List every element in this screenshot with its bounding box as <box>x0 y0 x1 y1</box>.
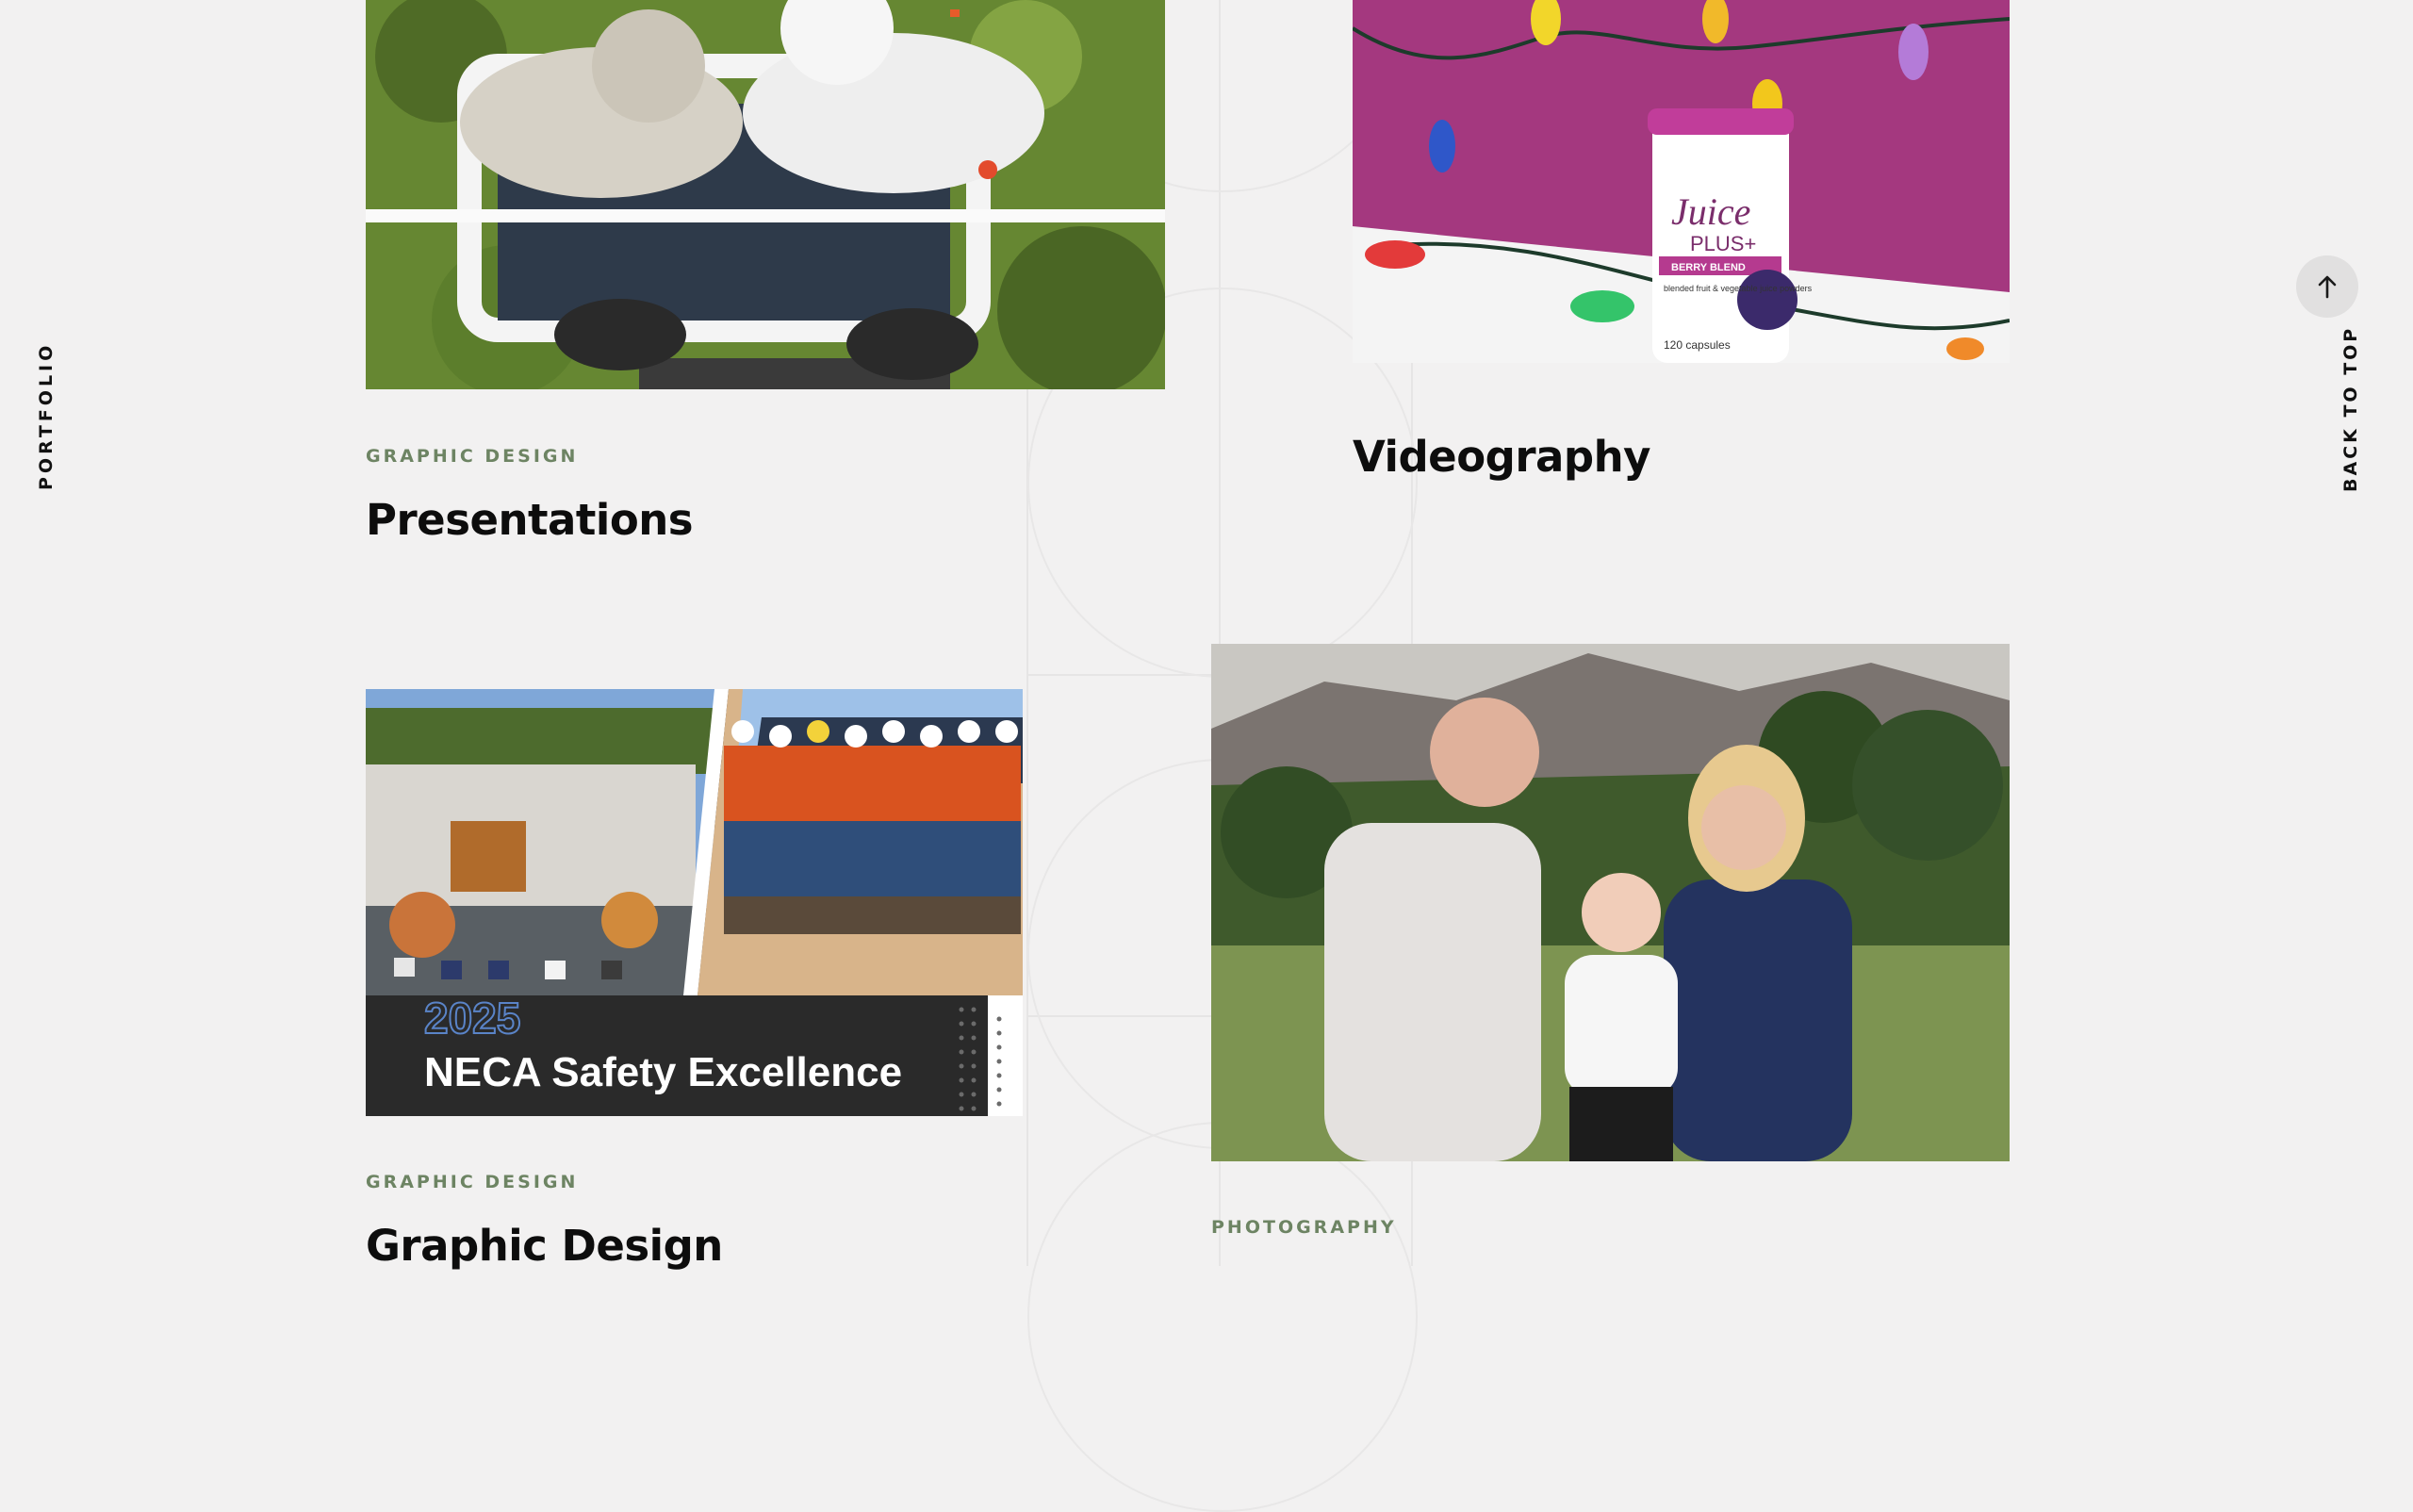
product-desc: blended fruit & vegetable juice powders <box>1664 284 1813 293</box>
graphic-design-image[interactable]: 2025 NECA Safety Excellence <box>366 689 1023 1116</box>
videography-title[interactable]: Videography <box>1353 432 1650 482</box>
presentations-image[interactable] <box>366 0 1165 389</box>
back-to-top-label[interactable]: BACK TO TOP <box>2340 326 2361 492</box>
product-variant: BERRY BLEND <box>1671 262 1746 273</box>
photography-image[interactable] <box>1211 644 2010 1161</box>
presentations-title[interactable]: Presentations <box>366 495 694 545</box>
arrow-up-icon <box>2317 274 2338 299</box>
award-year: 2025 <box>424 994 520 1043</box>
product-count: 120 capsules <box>1664 338 1731 352</box>
videography-image[interactable]: Juice PLUS+ BERRY BLEND blended fruit & … <box>1353 0 2010 363</box>
graphic-design-title[interactable]: Graphic Design <box>366 1221 723 1271</box>
presentations-category: GRAPHIC DESIGN <box>366 446 579 467</box>
portfolio-side-label: PORTFOLIO <box>36 341 57 490</box>
award-headline: NECA Safety Excellence <box>424 1049 902 1095</box>
back-to-top-button[interactable] <box>2296 255 2358 318</box>
photography-category: PHOTOGRAPHY <box>1211 1217 1397 1238</box>
product-brand-line1: Juice <box>1671 190 1750 233</box>
product-brand-line2: PLUS+ <box>1690 232 1756 255</box>
graphic-design-category: GRAPHIC DESIGN <box>366 1172 579 1192</box>
